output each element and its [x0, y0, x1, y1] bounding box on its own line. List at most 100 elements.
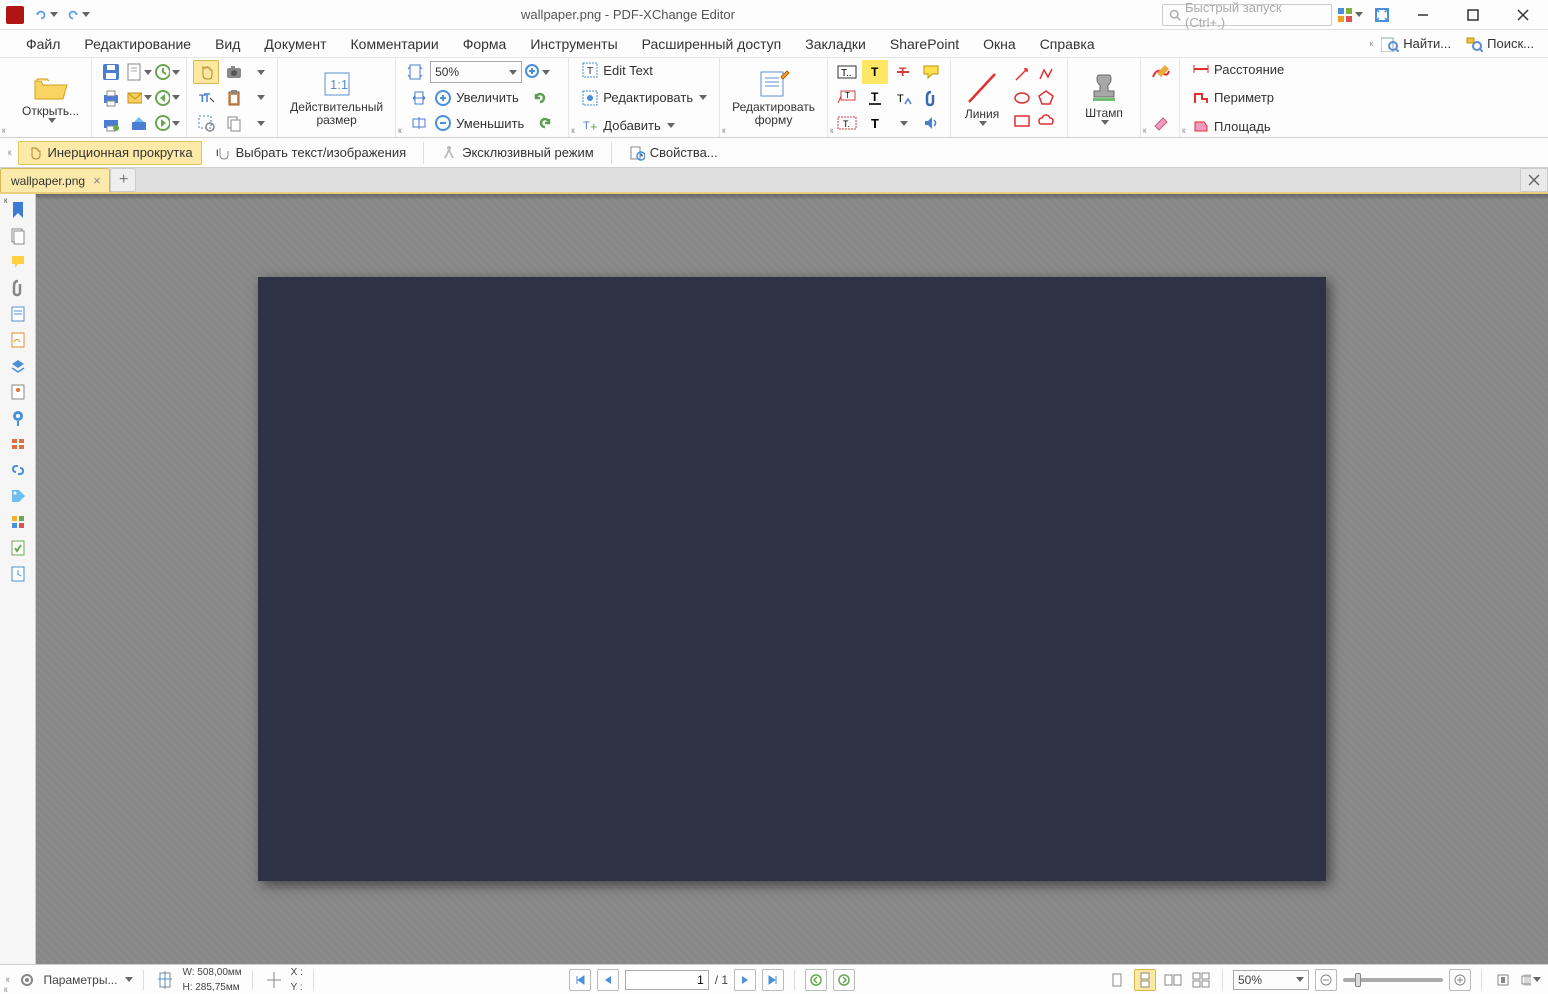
- quickprint-button[interactable]: [98, 111, 124, 135]
- fit-width-status[interactable]: [1520, 969, 1542, 991]
- tool-dropdown-3[interactable]: [249, 112, 271, 134]
- fit-page-button[interactable]: [402, 60, 428, 84]
- attach-tool[interactable]: [918, 86, 944, 110]
- menu-bookmarks[interactable]: Закладки: [793, 32, 878, 56]
- zoom-in-label[interactable]: Увеличить: [456, 90, 519, 105]
- zoom-status-combo[interactable]: 50%: [1233, 970, 1309, 990]
- eraser-tool[interactable]: [1147, 111, 1173, 135]
- textbox-tool[interactable]: T..: [834, 60, 860, 84]
- distance-button[interactable]: Расстояние: [1186, 60, 1290, 78]
- dropdown-annot[interactable]: [890, 111, 916, 135]
- next-doc-button[interactable]: [154, 111, 180, 135]
- next-page-button[interactable]: [734, 969, 756, 991]
- bookmarks-pane-icon[interactable]: [8, 200, 28, 220]
- attachments-pane-icon[interactable]: [8, 278, 28, 298]
- layers-pane-icon[interactable]: [8, 356, 28, 376]
- menu-view[interactable]: Вид: [203, 32, 252, 56]
- edit-form-button[interactable]: Редактировать форму: [726, 67, 821, 129]
- undo-button[interactable]: [30, 6, 62, 24]
- menu-windows[interactable]: Окна: [971, 32, 1028, 56]
- open-button[interactable]: Открыть...: [16, 71, 85, 125]
- menu-ext-access[interactable]: Расширенный доступ: [630, 32, 794, 56]
- single-page-layout[interactable]: [1106, 969, 1128, 991]
- properties-pane-icon[interactable]: [8, 512, 28, 532]
- area-button[interactable]: Площадь: [1186, 117, 1277, 135]
- save-button[interactable]: [98, 60, 124, 84]
- options-gear-button[interactable]: [16, 969, 38, 991]
- typewriter-tool[interactable]: T.: [834, 111, 860, 135]
- canvas[interactable]: [36, 194, 1548, 964]
- edit-dropdown[interactable]: Редактировать: [575, 88, 713, 108]
- rotate-cw-button[interactable]: [534, 112, 556, 134]
- select-text-button[interactable]: I Выбрать текст/изображения: [206, 141, 416, 165]
- thumbnails-pane-icon[interactable]: [8, 226, 28, 246]
- signatures-pane-icon[interactable]: [8, 330, 28, 350]
- fullscreen-button[interactable]: [1368, 3, 1396, 27]
- history-pane-icon[interactable]: [8, 564, 28, 584]
- highlight-tool[interactable]: T: [862, 60, 888, 84]
- copy-button[interactable]: [221, 111, 247, 135]
- exclusive-mode-button[interactable]: Эксклюзивный режим: [432, 141, 603, 165]
- page-number-input[interactable]: [625, 970, 709, 990]
- rotate-ccw-button[interactable]: [529, 87, 551, 109]
- new-doc-button[interactable]: [126, 60, 152, 84]
- continuous-layout[interactable]: [1134, 969, 1156, 991]
- strikeout-tool[interactable]: T: [890, 60, 916, 84]
- menu-comments[interactable]: Комментарии: [339, 32, 451, 56]
- prev-page-button[interactable]: [597, 969, 619, 991]
- print-button[interactable]: [98, 86, 124, 110]
- sticky-note-tool[interactable]: [918, 60, 944, 84]
- nav-back-button[interactable]: [805, 969, 827, 991]
- inertial-scroll-button[interactable]: Инерционная прокрутка: [18, 141, 202, 165]
- params-label[interactable]: Параметры...: [44, 973, 118, 987]
- stamp-button[interactable]: Штамп: [1074, 69, 1134, 127]
- zoom-slider[interactable]: [1343, 978, 1443, 982]
- rect-tool[interactable]: [1011, 110, 1033, 132]
- insert-text-tool[interactable]: T: [890, 86, 916, 110]
- actual-size-button[interactable]: 1:1 Действительный размер: [284, 67, 389, 129]
- content-pane-icon[interactable]: [8, 382, 28, 402]
- tool-dropdown-1[interactable]: [249, 61, 271, 83]
- tags-pane-icon[interactable]: [8, 486, 28, 506]
- two-page-layout[interactable]: [1162, 969, 1184, 991]
- prev-doc-button[interactable]: [154, 86, 180, 110]
- email-button[interactable]: [126, 86, 152, 110]
- close-all-tabs-button[interactable]: [1520, 168, 1548, 192]
- clipboard-button[interactable]: [221, 86, 247, 110]
- menu-help[interactable]: Справка: [1028, 32, 1107, 56]
- scan-button[interactable]: [126, 111, 152, 135]
- oval-tool[interactable]: [1011, 87, 1033, 109]
- menu-edit[interactable]: Редактирование: [72, 32, 203, 56]
- zoom-combo[interactable]: 50%: [430, 61, 522, 83]
- fit-width-button[interactable]: [408, 87, 430, 109]
- marquee-zoom-button[interactable]: [193, 111, 219, 135]
- select-tool-button[interactable]: T: [193, 86, 219, 110]
- perimeter-button[interactable]: Периметр: [1186, 89, 1280, 107]
- fit-page-status[interactable]: [1492, 969, 1514, 991]
- find-button[interactable]: Найти...: [1375, 34, 1457, 54]
- redo-button[interactable]: [62, 6, 94, 24]
- polyline-tool[interactable]: [1035, 63, 1057, 85]
- links-pane-icon[interactable]: [8, 460, 28, 480]
- sound-tool[interactable]: [918, 111, 944, 135]
- underline-tool[interactable]: T: [862, 86, 888, 110]
- properties-button[interactable]: Свойства...: [620, 141, 727, 165]
- add-dropdown[interactable]: T+ Добавить: [575, 115, 680, 135]
- destinations-pane-icon[interactable]: [8, 408, 28, 428]
- zoom-out-status[interactable]: [1315, 969, 1337, 991]
- arrow-tool[interactable]: [1011, 63, 1033, 85]
- new-tab-button[interactable]: +: [110, 168, 136, 192]
- menu-form[interactable]: Форма: [451, 32, 519, 56]
- polygon-tool[interactable]: [1035, 87, 1057, 109]
- tool-dropdown-2[interactable]: [249, 87, 271, 109]
- document-tab[interactable]: wallpaper.png ×: [0, 168, 110, 192]
- search-button[interactable]: Поиск...: [1459, 34, 1540, 54]
- close-button[interactable]: [1500, 0, 1546, 30]
- text-tool[interactable]: T: [862, 111, 888, 135]
- ui-options-button[interactable]: [1336, 3, 1364, 27]
- maximize-button[interactable]: [1450, 0, 1496, 30]
- two-page-continuous-layout[interactable]: [1190, 969, 1212, 991]
- menu-tools[interactable]: Инструменты: [518, 32, 629, 56]
- cloud-tool[interactable]: [1035, 110, 1057, 132]
- spellcheck-pane-icon[interactable]: [8, 538, 28, 558]
